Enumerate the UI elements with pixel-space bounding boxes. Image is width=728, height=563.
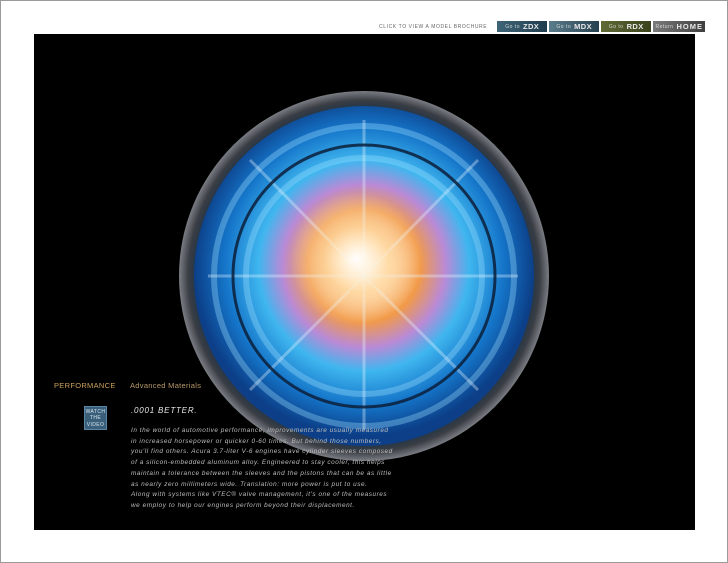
body-line: maintain a tolerance between the sleeves…	[131, 469, 392, 477]
sphere-illustration	[179, 91, 549, 461]
go-to-rdx-button[interactable]: Go to RDX	[601, 21, 652, 32]
nav-model-label: ZDX	[522, 22, 540, 31]
nav-model-label: HOME	[676, 22, 703, 31]
watch-video-button[interactable]: WATCH THE VIDEO	[84, 406, 107, 430]
content-panel: PERFORMANCE Advanced Materials WATCH THE…	[34, 34, 695, 530]
body-line: as nearly zero millimeters wide. Transla…	[131, 480, 368, 488]
headline: .0001 BETTER.	[131, 406, 198, 415]
top-navigation: CLICK TO VIEW A MODEL BROCHURE Go to ZDX…	[379, 21, 706, 32]
go-to-mdx-button[interactable]: Go to MDX	[549, 21, 600, 32]
view-brochure-label[interactable]: CLICK TO VIEW A MODEL BROCHURE	[379, 24, 487, 30]
body-line: of a silicon-embedded aluminum alloy. En…	[131, 459, 385, 467]
go-to-zdx-button[interactable]: Go to ZDX	[497, 21, 548, 32]
section-title: Advanced Materials	[130, 381, 202, 390]
nav-model-label: RDX	[626, 22, 644, 31]
nav-prefix: Go to	[608, 23, 624, 30]
nav-prefix: Go to	[556, 23, 572, 30]
section-category: PERFORMANCE	[54, 381, 116, 390]
body-line: we employ to help our engines perform be…	[131, 501, 355, 509]
watch-video-line: VIDEO	[86, 421, 105, 428]
alloy-sphere-image	[178, 90, 550, 462]
body-line: in increased horsepower or quicker 0-60 …	[131, 437, 382, 445]
brochure-page: CLICK TO VIEW A MODEL BROCHURE Go to ZDX…	[0, 0, 728, 563]
return-home-button[interactable]: Return HOME	[653, 21, 706, 32]
nav-prefix: Return	[655, 23, 674, 30]
nav-model-label: MDX	[574, 22, 593, 31]
body-line: Along with systems like VTEC® valve mana…	[131, 491, 388, 499]
body-copy: In the world of automotive performance, …	[131, 426, 421, 512]
nav-prefix: Go to	[505, 23, 520, 30]
body-line: In the world of automotive performance, …	[131, 427, 389, 434]
body-line: you'll find others. Acura 3.7-liter V-6 …	[131, 448, 393, 456]
